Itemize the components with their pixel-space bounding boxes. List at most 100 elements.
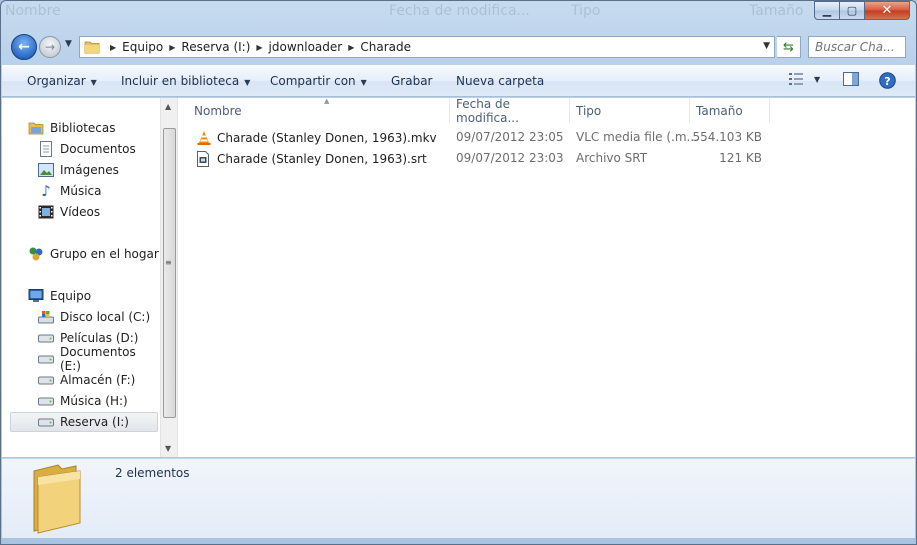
search-input[interactable]	[815, 40, 905, 54]
file-type: Archivo SRT	[576, 151, 648, 165]
maximize-icon: ▢	[846, 4, 858, 17]
refresh-button[interactable]: ⇆	[777, 36, 801, 58]
navigation-bar: ← → ▼ ▶ Equipo ▶ Reserva (I:) ▶ jdownloa…	[9, 33, 908, 61]
nav-item-homegroup[interactable]: Grupo en el hogar	[28, 244, 159, 264]
homegroup-icon	[28, 246, 44, 262]
command-bar: Organizar ▼ Incluir en biblioteca ▼ Compar…	[2, 65, 915, 97]
file-date: 09/07/2012 23:05	[456, 130, 564, 144]
file-date: 09/07/2012 23:03	[456, 151, 564, 165]
address-bar[interactable]: ▶ Equipo ▶ Reserva (I:) ▶ jdownloader ▶ …	[79, 36, 775, 58]
chevron-down-icon: ▼	[814, 74, 821, 84]
svg-text:?: ?	[884, 75, 890, 88]
scrollbar-thumb[interactable]	[163, 128, 176, 418]
column-size[interactable]: Tamaño	[690, 98, 770, 123]
image-icon	[38, 162, 54, 178]
nav-item-music[interactable]: ♪ Música	[38, 181, 102, 201]
nav-label: Música	[60, 184, 102, 198]
nav-label: Documentos (E:)	[60, 345, 136, 373]
nav-item-computer[interactable]: Equipo	[28, 286, 91, 306]
document-icon	[38, 141, 54, 157]
close-icon: ✕	[881, 3, 893, 18]
chevron-right-icon[interactable]: ▶	[348, 43, 354, 52]
nav-item-drive-h[interactable]: Música (H:)	[38, 391, 128, 411]
nav-label: Imágenes	[60, 163, 119, 177]
item-count: 2 elementos	[115, 466, 190, 480]
new-folder-label: Nueva carpeta	[456, 74, 545, 88]
column-type[interactable]: Tipo	[570, 98, 690, 123]
drive-icon	[38, 393, 54, 409]
table-row[interactable]: Charade (Stanley Donen, 1963).srt 09/07/…	[188, 149, 778, 169]
nav-label: Disco local (C:)	[60, 310, 151, 324]
drive-icon	[38, 414, 54, 430]
film-icon	[38, 204, 54, 220]
nav-item-documents[interactable]: Documentos	[38, 139, 136, 159]
navigation-scrollbar[interactable]: ▲ ≡ ▼	[160, 98, 177, 457]
nav-label: Vídeos	[60, 205, 101, 219]
recent-pages-dropdown[interactable]: ▼	[65, 39, 72, 49]
nav-label: Películas (D:)	[60, 331, 139, 345]
share-with-button[interactable]: Compartir con ▼	[270, 74, 367, 88]
minimize-button[interactable]: ▁	[814, 1, 840, 20]
chevron-down-icon: ▼	[244, 78, 251, 87]
view-options-button[interactable]: ▼	[788, 72, 820, 86]
nav-item-videos[interactable]: Vídeos	[38, 202, 100, 222]
help-button[interactable]: ?	[879, 72, 896, 89]
preview-pane-button[interactable]	[843, 72, 859, 86]
include-library-button[interactable]: Incluir en biblioteca ▼	[121, 74, 250, 88]
new-folder-button[interactable]: Nueva carpeta	[456, 74, 544, 88]
libraries-icon	[28, 120, 44, 136]
breadcrumb-equipo[interactable]: Equipo	[122, 40, 163, 54]
vlc-cone-icon	[196, 130, 212, 146]
chevron-down-icon[interactable]: ▼	[763, 41, 770, 51]
breadcrumb-jdownloader[interactable]: jdownloader	[269, 40, 343, 54]
breadcrumb-reserva[interactable]: Reserva (I:)	[181, 40, 250, 54]
nav-item-drive-e[interactable]: Documentos (E:)	[38, 345, 160, 373]
column-date[interactable]: Fecha de modifica...	[450, 96, 570, 125]
ghost-text: Nombre	[5, 3, 61, 19]
back-button[interactable]: ←	[11, 34, 37, 60]
maximize-button[interactable]: ▢	[840, 1, 865, 20]
ghost-text: Tamaño	[749, 3, 804, 19]
column-label: Tipo	[576, 103, 602, 118]
burn-button[interactable]: Grabar	[391, 74, 433, 88]
nav-item-libraries[interactable]: Bibliotecas	[28, 118, 115, 138]
nav-item-drive-i[interactable]: Reserva (I:)	[10, 412, 158, 432]
explorer-window: Nombre Fecha de modifica... Tipo Tamaño …	[0, 0, 917, 545]
arrow-right-icon: →	[44, 40, 56, 54]
computer-icon	[28, 288, 44, 304]
chevron-right-icon[interactable]: ▶	[110, 43, 116, 52]
nav-item-images[interactable]: Imágenes	[38, 160, 119, 180]
column-name[interactable]: Nombre ▲	[188, 97, 450, 123]
file-name: Charade (Stanley Donen, 1963).mkv	[196, 130, 437, 146]
chevron-right-icon[interactable]: ▶	[169, 43, 175, 52]
column-label: Fecha de modifica...	[456, 96, 519, 125]
file-name-label: Charade (Stanley Donen, 1963).mkv	[217, 131, 437, 145]
details-pane: 2 elementos	[2, 458, 915, 538]
drive-icon	[38, 330, 54, 346]
nav-item-drive-f[interactable]: Almacén (F:)	[38, 370, 135, 390]
srt-file-icon	[196, 151, 212, 167]
content-area: Bibliotecas Documentos Imágenes ♪ Música	[2, 96, 915, 457]
scroll-down-icon[interactable]: ▼	[165, 444, 171, 453]
details-view-icon	[789, 73, 803, 85]
column-label: Tamaño	[696, 103, 743, 118]
breadcrumb-charade[interactable]: Charade	[360, 40, 411, 54]
scroll-up-icon[interactable]: ▲	[165, 102, 171, 111]
chevron-right-icon[interactable]: ▶	[256, 43, 262, 52]
organize-button[interactable]: Organizar ▼	[27, 74, 97, 88]
nav-label: Almacén (F:)	[60, 373, 136, 387]
ghost-text: Fecha de modifica...	[389, 3, 530, 19]
forward-button[interactable]: →	[39, 36, 61, 58]
window-controls: ▁ ▢ ✕	[814, 1, 910, 20]
folder-icon	[33, 464, 81, 534]
file-name: Charade (Stanley Donen, 1963).srt	[196, 151, 427, 167]
nav-label: Documentos	[60, 142, 136, 156]
close-button[interactable]: ✕	[865, 1, 910, 20]
minimize-icon: ▁	[822, 4, 832, 17]
chevron-down-icon: ▼	[360, 78, 367, 87]
table-row[interactable]: Charade (Stanley Donen, 1963).mkv 09/07/…	[188, 128, 778, 148]
preview-pane-icon	[843, 72, 859, 86]
drive-icon	[38, 372, 54, 388]
nav-item-drive-c[interactable]: Disco local (C:)	[38, 307, 150, 327]
caption-ghost: Nombre Fecha de modifica... Tipo Tamaño	[1, 1, 916, 29]
